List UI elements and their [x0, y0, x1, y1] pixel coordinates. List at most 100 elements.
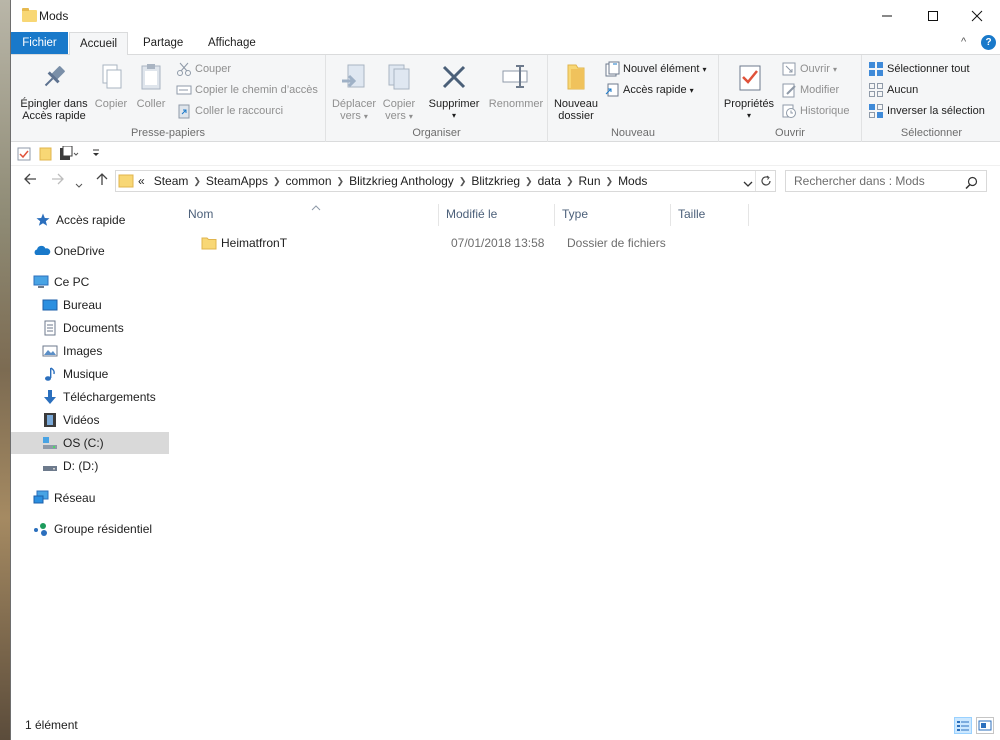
easy-access-button[interactable]: Accès rapide ▾: [604, 82, 694, 98]
breadcrumb-run[interactable]: Run: [574, 174, 606, 188]
search-input[interactable]: Rechercher dans : Mods: [785, 170, 987, 192]
undo-qat-button[interactable]: [59, 145, 79, 165]
nav-item-documents[interactable]: Documents: [11, 317, 169, 339]
nav-item-downloads[interactable]: Téléchargements: [11, 386, 169, 408]
cut-button[interactable]: Couper: [176, 61, 231, 77]
file-list: Nom Modifié le Type Taille HeimatfronT 0…: [181, 204, 991, 704]
nav-item-homegroup[interactable]: Groupe résidentiel: [11, 518, 169, 540]
select-none-button[interactable]: Aucun: [868, 82, 918, 98]
nav-item-c-drive[interactable]: OS (C:): [11, 432, 169, 454]
copy-to-button[interactable]: Copier vers ▾: [378, 61, 420, 123]
chevron-right-icon[interactable]: ❯: [525, 176, 533, 187]
delete-label: Supprimer: [428, 98, 480, 110]
nav-item-network[interactable]: Réseau: [11, 487, 169, 509]
chevron-right-icon[interactable]: ❯: [337, 176, 345, 187]
move-to-label-line2: vers: [340, 110, 361, 122]
copy-label: Copier: [94, 98, 128, 110]
nav-item-music[interactable]: Musique: [11, 363, 169, 385]
paste-button[interactable]: Coller: [131, 61, 171, 110]
details-view-button[interactable]: [954, 717, 972, 734]
chevron-right-icon[interactable]: ❯: [193, 176, 201, 187]
column-header-name[interactable]: Nom: [181, 204, 439, 226]
paste-shortcut-icon: [176, 103, 192, 119]
properties-qat-button[interactable]: [17, 147, 31, 164]
properties-button[interactable]: Propriétés ▾: [721, 61, 777, 122]
chevron-right-icon[interactable]: ❯: [566, 176, 574, 187]
group-label-new: Nouveau: [610, 127, 656, 139]
breadcrumb-steam[interactable]: Steam: [149, 174, 194, 188]
breadcrumb-steamapps[interactable]: SteamApps: [201, 174, 273, 188]
ribbon: Épingler dans Accès rapide Copier Coller…: [11, 54, 1000, 142]
breadcrumb-common[interactable]: common: [281, 174, 337, 188]
ribbon-collapse-button[interactable]: ^: [961, 36, 966, 48]
group-label-clipboard: Presse-papiers: [131, 127, 205, 139]
move-to-icon: [338, 61, 370, 93]
rename-button[interactable]: Renommer: [486, 61, 546, 110]
new-folder-button[interactable]: Nouveau dossier: [550, 61, 602, 122]
tab-share[interactable]: Partage: [133, 32, 193, 54]
recent-locations-button[interactable]: [75, 176, 83, 192]
address-history-button[interactable]: [743, 177, 753, 191]
nav-item-pictures[interactable]: Images: [11, 340, 169, 362]
column-header-size[interactable]: Taille: [671, 204, 749, 226]
large-icons-view-button[interactable]: [976, 717, 994, 734]
table-row[interactable]: HeimatfronT 07/01/2018 13:58 Dossier de …: [189, 233, 989, 253]
delete-button[interactable]: Supprimer ▾: [424, 61, 484, 122]
tab-view[interactable]: Affichage: [198, 32, 266, 54]
maximize-button[interactable]: [910, 0, 956, 32]
open-button[interactable]: Ouvrir ▾: [781, 61, 837, 77]
minimize-button[interactable]: [864, 0, 910, 32]
breadcrumb-overflow[interactable]: «: [134, 174, 149, 188]
rename-icon: [500, 61, 532, 93]
chevron-right-icon[interactable]: ❯: [606, 176, 614, 187]
nav-item-onedrive[interactable]: OneDrive: [11, 240, 169, 262]
column-header-type[interactable]: Type: [555, 204, 671, 226]
tab-file[interactable]: Fichier: [11, 32, 68, 54]
properties-label: Propriétés: [723, 98, 775, 110]
up-button[interactable]: [95, 172, 109, 189]
select-all-icon: [868, 61, 884, 77]
history-button[interactable]: Historique: [781, 103, 850, 119]
tab-home[interactable]: Accueil: [69, 32, 129, 55]
chevron-down-icon: [743, 181, 753, 187]
copy-path-button[interactable]: Copier le chemin d’accès: [176, 82, 318, 98]
breadcrumb-blitzkrieg-anthology[interactable]: Blitzkrieg Anthology: [344, 174, 459, 188]
paste-icon: [135, 61, 167, 93]
paste-shortcut-button[interactable]: Coller le raccourci: [176, 103, 283, 119]
breadcrumb-blitzkrieg[interactable]: Blitzkrieg: [466, 174, 525, 188]
new-folder-qat-button[interactable]: [39, 147, 53, 164]
invert-selection-button[interactable]: Inverser la sélection: [868, 103, 985, 119]
breadcrumb-mods[interactable]: Mods: [613, 174, 652, 188]
breadcrumb-data[interactable]: data: [533, 174, 566, 188]
select-all-button[interactable]: Sélectionner tout: [868, 61, 970, 77]
move-to-button[interactable]: Déplacer vers ▾: [330, 61, 378, 123]
help-button[interactable]: ?: [981, 35, 996, 50]
chevron-down-icon: ▾: [363, 112, 368, 121]
nav-item-quick-access[interactable]: Accès rapide: [11, 209, 169, 231]
nav-item-d-drive[interactable]: D: (D:): [11, 455, 169, 477]
delete-x-icon: [438, 61, 470, 93]
quick-access-toolbar: [11, 142, 1000, 166]
back-button[interactable]: [23, 172, 37, 189]
refresh-button[interactable]: [755, 171, 775, 191]
copy-button[interactable]: Copier: [91, 61, 131, 110]
chevron-right-icon[interactable]: ❯: [459, 176, 467, 187]
file-explorer-window: Mods Fichier Accueil Partage Affichage ^…: [10, 0, 1000, 740]
nav-item-this-pc[interactable]: Ce PC: [11, 271, 169, 293]
nav-label-d-drive: D: (D:): [63, 459, 99, 473]
address-bar[interactable]: « Steam ❯ SteamApps ❯ common ❯ Blitzkrie…: [115, 170, 776, 192]
nav-item-desktop[interactable]: Bureau: [11, 294, 169, 316]
invert-selection-icon: [868, 103, 884, 119]
edit-button[interactable]: Modifier: [781, 82, 839, 98]
forward-button[interactable]: [51, 172, 65, 189]
folder-icon: [118, 173, 134, 189]
paste-label: Coller: [136, 98, 166, 110]
nav-item-videos[interactable]: Vidéos: [11, 409, 169, 431]
column-header-modified[interactable]: Modifié le: [439, 204, 555, 226]
new-item-button[interactable]: Nouvel élément ▾: [604, 61, 706, 77]
chevron-right-icon[interactable]: ❯: [273, 176, 281, 187]
pin-quick-access-button[interactable]: Épingler dans Accès rapide: [17, 61, 91, 122]
pin-icon: [38, 61, 70, 93]
customize-qat-button[interactable]: [91, 145, 101, 162]
close-button[interactable]: [954, 0, 1000, 32]
